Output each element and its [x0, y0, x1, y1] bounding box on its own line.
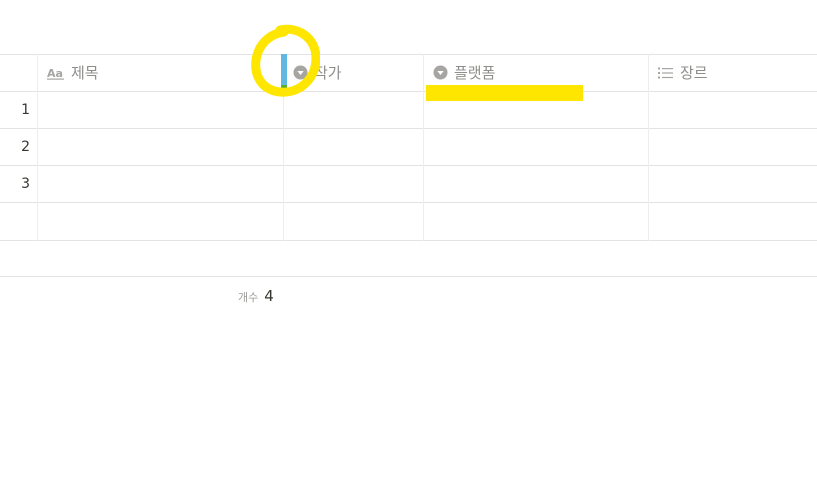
row-number: [0, 203, 30, 240]
table-cell-platform[interactable]: [424, 129, 648, 166]
count-calculation[interactable]: 개수 4: [238, 287, 274, 305]
table-cell-genre[interactable]: [649, 203, 817, 240]
table-cell-platform[interactable]: [424, 92, 648, 129]
table-cell-author[interactable]: [284, 92, 423, 129]
table-cell-title[interactable]: [38, 129, 283, 166]
multi-select-list-icon: [658, 67, 674, 79]
table-cell-genre[interactable]: [649, 166, 817, 203]
column-header-label: 제목: [71, 64, 99, 82]
column-header-label: 장르: [680, 64, 708, 82]
count-value: 4: [264, 287, 274, 305]
column-header-genre[interactable]: 장르: [658, 54, 808, 91]
table-cell-title[interactable]: [38, 92, 283, 129]
text-type-icon: Aa: [47, 66, 65, 80]
column-header-author[interactable]: 작가: [293, 54, 418, 91]
database-table-view: Aa 제목 작가 플랫폼 장르 1 2 3 개수 4: [0, 0, 817, 500]
row-divider: [0, 240, 817, 241]
svg-text:Aa: Aa: [47, 67, 63, 80]
select-dropdown-icon: [293, 65, 308, 80]
footer-divider: [0, 276, 817, 277]
table-cell-platform[interactable]: [424, 203, 648, 240]
table-cell-genre[interactable]: [649, 129, 817, 166]
table-cell-title[interactable]: [38, 203, 283, 240]
column-header-platform[interactable]: 플랫폼: [433, 54, 643, 91]
count-label: 개수: [238, 291, 259, 304]
row-number: 3: [21, 175, 30, 192]
column-header-title[interactable]: Aa 제목: [47, 54, 277, 91]
table-cell-title[interactable]: [38, 166, 283, 203]
row-number: 1: [21, 101, 30, 118]
select-dropdown-icon: [433, 65, 448, 80]
table-cell-author[interactable]: [284, 203, 423, 240]
column-resize-handle[interactable]: [281, 54, 287, 92]
row-number: 2: [21, 138, 30, 155]
table-cell-platform[interactable]: [424, 166, 648, 203]
table-cell-author[interactable]: [284, 166, 423, 203]
table-cell-genre[interactable]: [649, 92, 817, 129]
column-header-label: 플랫폼: [454, 64, 496, 82]
column-header-label: 작가: [314, 64, 342, 82]
table-cell-author[interactable]: [284, 129, 423, 166]
